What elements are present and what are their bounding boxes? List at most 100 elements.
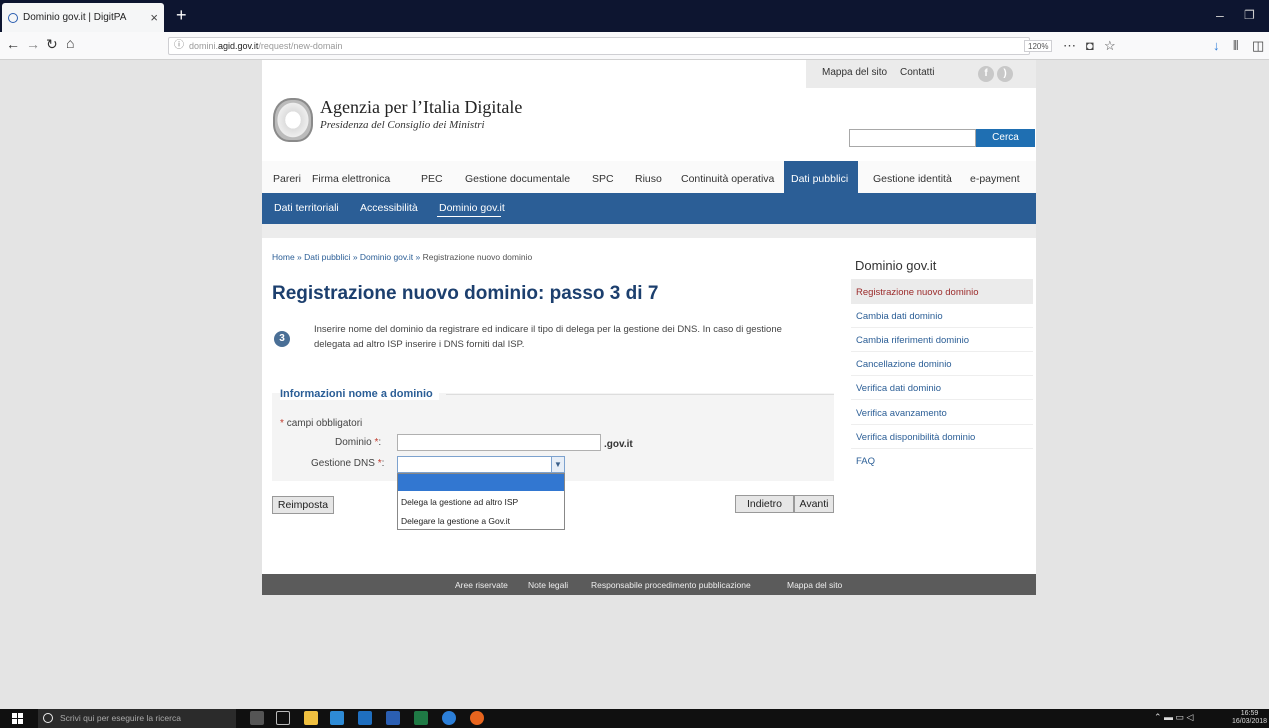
file-explorer-icon[interactable] <box>304 711 318 725</box>
nav-pareri[interactable]: Pareri <box>273 173 301 185</box>
dns-select[interactable] <box>397 456 565 473</box>
nav-e-payment[interactable]: e-payment <box>970 173 1020 185</box>
facebook-icon[interactable]: f <box>978 66 994 82</box>
skype-icon[interactable] <box>330 711 344 725</box>
step-description: Inserire nome del dominio da registrare … <box>314 324 782 350</box>
back-icon[interactable]: ← <box>6 37 20 51</box>
breadcrumb: Home » Dati pubblici » Dominio gov.it » … <box>272 252 532 262</box>
breadcrumb-separator: » <box>294 252 305 262</box>
sidebar-icon[interactable]: ◫ <box>1252 38 1264 54</box>
outlook-icon[interactable] <box>358 711 372 725</box>
sidebar-item-verifica-disponibilita[interactable]: Verifica disponibilità dominio <box>856 432 975 443</box>
bookmark-star-icon[interactable]: ☆ <box>1104 38 1116 54</box>
nav-firma-elettronica[interactable]: Firma elettronica <box>312 173 390 185</box>
chevron-down-icon[interactable]: ▼ <box>551 457 564 472</box>
url-path: /request/new-domain <box>258 41 343 51</box>
dns-option-isp[interactable]: Delega la gestione ad altro ISP <box>401 497 518 507</box>
download-icon[interactable]: ↓ <box>1213 38 1220 53</box>
back-button[interactable]: Indietro <box>735 495 794 513</box>
edge-icon[interactable] <box>442 711 456 725</box>
zoom-indicator[interactable]: 120% <box>1024 40 1053 52</box>
cortana-icon <box>43 713 53 723</box>
address-bar[interactable]: ⓘ domini.agid.gov.it/request/new-domain <box>168 37 1030 55</box>
search-input[interactable] <box>849 129 976 147</box>
restore-icon[interactable]: ❐ <box>1244 8 1255 22</box>
sidebar-item-verifica-dati[interactable]: Verifica dati dominio <box>856 383 941 394</box>
sidebar-divider <box>851 351 1033 352</box>
task-view-icon[interactable] <box>276 711 290 725</box>
required-note-text: campi obbligatori <box>286 418 363 429</box>
sidebar-item-faq[interactable]: FAQ <box>856 456 875 467</box>
nav-continuita-operativa[interactable]: Continuità operativa <box>681 173 774 185</box>
taskbar-clock[interactable]: 16:59 16/03/2018 <box>1232 710 1267 726</box>
contacts-link[interactable]: Contatti <box>900 67 934 78</box>
taskbar-search-placeholder: Scrivi qui per eseguire la ricerca <box>60 713 181 723</box>
microphone-icon[interactable] <box>250 711 264 725</box>
sidebar-divider <box>851 399 1033 400</box>
dns-label: Gestione DNS *: <box>311 458 384 469</box>
close-tab-icon[interactable]: × <box>150 10 158 25</box>
footer-aree-riservate[interactable]: Aree riservate <box>455 580 508 590</box>
breadcrumb-current: Registrazione nuovo dominio <box>422 252 533 262</box>
reload-icon[interactable]: ↻ <box>46 37 58 51</box>
nav-dati-pubblici[interactable]: Dati pubblici <box>791 173 848 185</box>
agency-name[interactable]: Agenzia per l’Italia Digitale <box>320 97 522 118</box>
nav-riuso[interactable]: Riuso <box>635 173 662 185</box>
domain-label-text: Dominio <box>335 437 372 448</box>
forward-icon[interactable]: → <box>26 37 40 51</box>
subnav-dati-territoriali[interactable]: Dati territoriali <box>274 202 339 214</box>
new-tab-icon[interactable]: + <box>176 6 187 24</box>
breadcrumb-dati-pubblici[interactable]: Dati pubblici <box>304 252 350 262</box>
nav-gestione-identita[interactable]: Gestione identità <box>873 173 952 185</box>
minimize-icon[interactable]: – <box>1216 7 1224 23</box>
breadcrumb-separator: » <box>413 252 423 262</box>
clock-date: 16/03/2018 <box>1232 718 1268 725</box>
firefox-icon[interactable] <box>470 711 484 725</box>
browser-tab[interactable]: Dominio gov.it | DigitPA × <box>2 3 164 32</box>
domain-input[interactable] <box>397 434 601 451</box>
word-icon[interactable] <box>386 711 400 725</box>
pocket-icon[interactable]: ◘ <box>1086 38 1094 53</box>
sitemap-link[interactable]: Mappa del sito <box>822 67 887 78</box>
search-button[interactable]: Cerca <box>976 129 1035 147</box>
nav-pec[interactable]: PEC <box>421 173 443 185</box>
fieldset-border <box>446 394 834 395</box>
sidebar-divider <box>851 327 1033 328</box>
breadcrumb-home[interactable]: Home <box>272 252 295 262</box>
dns-option-govit[interactable]: Delegare la gestione a Gov.it <box>401 516 510 526</box>
republic-emblem-logo[interactable] <box>273 98 313 142</box>
subnav-accessibilita[interactable]: Accessibilità <box>360 202 418 214</box>
sidebar-item-cancellazione[interactable]: Cancellazione dominio <box>856 359 952 370</box>
sidebar-item-verifica-avanzamento[interactable]: Verifica avanzamento <box>856 408 947 419</box>
step-number-badge: 3 <box>274 331 290 347</box>
excel-icon[interactable] <box>414 711 428 725</box>
subnav-active-underline <box>437 216 501 217</box>
site-info-icon[interactable]: ⓘ <box>174 38 184 54</box>
library-icon[interactable]: ⫴ <box>1233 38 1238 54</box>
label-colon: : <box>378 437 382 448</box>
subnav-dominio-gov-it[interactable]: Dominio gov.it <box>439 202 505 214</box>
reset-button[interactable]: Reimposta <box>272 496 334 514</box>
sidebar-item-cambia-riferimenti[interactable]: Cambia riferimenti dominio <box>856 335 969 346</box>
home-icon[interactable]: ⌂ <box>66 36 74 50</box>
label-colon: : <box>381 458 385 469</box>
windows-start-icon[interactable] <box>12 713 23 724</box>
presidency-subtitle: Presidenza del Consiglio dei Ministri <box>320 119 485 131</box>
footer-note-legali[interactable]: Note legali <box>528 580 568 590</box>
breadcrumb-dominio[interactable]: Dominio gov.it <box>360 252 413 262</box>
clock-time: 16:59 <box>1240 710 1259 717</box>
footer-responsabile[interactable]: Responsabile procedimento pubblicazione <box>591 580 751 590</box>
dns-option-empty[interactable] <box>398 474 564 491</box>
taskbar-search[interactable]: Scrivi qui per eseguire la ricerca <box>38 709 236 728</box>
tab-title: Dominio gov.it | DigitPA <box>23 12 127 23</box>
nav-spc[interactable]: SPC <box>592 173 614 185</box>
footer-mappa-sito[interactable]: Mappa del sito <box>787 580 842 590</box>
rss-icon[interactable]: ) <box>997 66 1013 82</box>
browser-tab-bar <box>0 0 1269 32</box>
page-actions-icon[interactable]: ⋯ <box>1063 38 1076 54</box>
nav-gestione-documentale[interactable]: Gestione documentale <box>465 173 570 185</box>
sidebar-item-cambia-dati[interactable]: Cambia dati dominio <box>856 311 943 322</box>
sidebar-item-registrazione[interactable]: Registrazione nuovo dominio <box>856 287 979 298</box>
next-button[interactable]: Avanti <box>794 495 834 513</box>
system-tray-icons[interactable]: ⌃ ▬ ▭ ◁ <box>1154 712 1193 723</box>
